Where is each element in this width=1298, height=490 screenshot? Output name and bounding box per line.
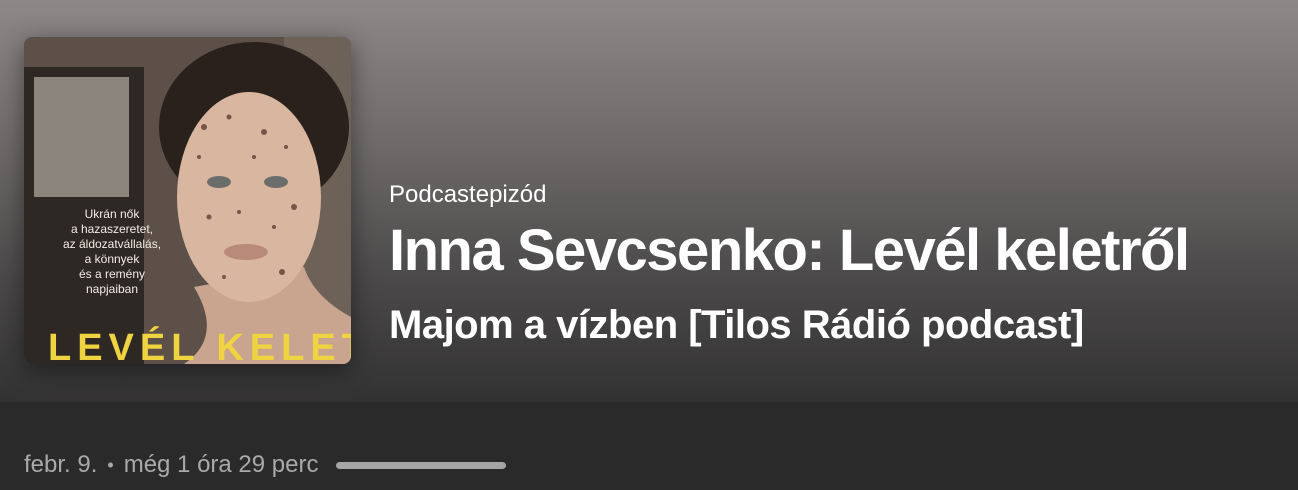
episode-info-row: febr. 9. • még 1 óra 29 perc: [24, 450, 507, 480]
remaining-time: még 1 óra 29 perc: [123, 451, 319, 478]
playback-progress-bar: [336, 461, 507, 469]
show-name-link[interactable]: Majom a vízben [Tilos Rádió podcast]: [389, 300, 1289, 350]
cover-title: LEVÉL KELETRŐL: [48, 327, 351, 364]
cover-tagline: Ukrán nők a hazaszeretet, az áldozatváll…: [62, 207, 162, 296]
episode-type-label: Podcastepizód: [389, 181, 547, 208]
episode-info-bar: febr. 9. • még 1 óra 29 perc: [0, 402, 1298, 490]
episode-meta: Podcastepizód Inna Sevcsenko: Levél kele…: [389, 180, 1289, 350]
episode-cover-art: Ukrán nők a hazaszeretet, az áldozatváll…: [24, 37, 351, 364]
release-date: febr. 9.: [24, 451, 98, 478]
episode-title: Inna Sevcsenko: Levél keletről: [389, 218, 1190, 283]
cover-portrait-image: [24, 37, 351, 364]
separator-dot: •: [107, 455, 114, 475]
episode-header: Ukrán nők a hazaszeretet, az áldozatváll…: [0, 0, 1298, 402]
